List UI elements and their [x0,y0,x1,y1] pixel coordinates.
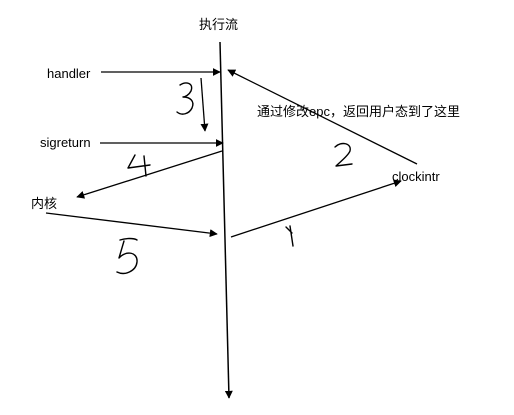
kernel-return-arrow [76,150,223,199]
flow-diagram [45,41,418,399]
kernel-to-timeline-arrow [45,212,218,238]
step-number-4 [127,154,151,177]
timeline-title: 执行流 [199,17,239,32]
kernel-label: 内核 [31,196,58,211]
sigreturn-label: sigreturn [40,135,91,150]
step-number-2 [334,142,353,167]
step-number-5 [116,237,138,275]
clockintr-label: clockintr [392,169,440,184]
clockintr-arrow [230,179,402,238]
step3-arrow [200,77,209,132]
handler-label: handler [47,66,91,81]
epc-note: 通过修改epc，返回用户态到了这里 [257,104,460,119]
step-number-1 [285,225,294,247]
step-number-3 [176,82,194,115]
timeline-arrow [219,41,233,399]
